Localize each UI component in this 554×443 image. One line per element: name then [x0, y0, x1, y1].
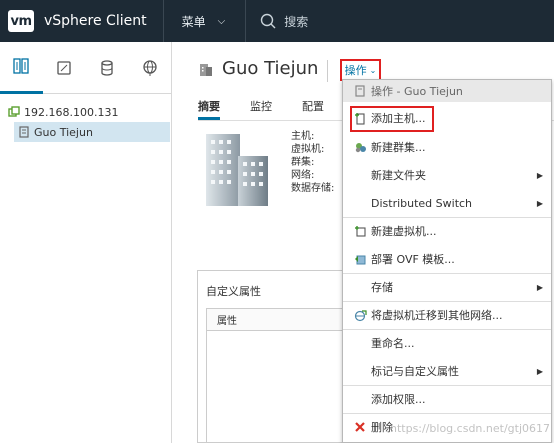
menu-item-tags-custom-attributes[interactable]: 标记与自定义属性 ▶	[343, 360, 551, 382]
menu-item-label: Distributed Switch	[371, 196, 473, 210]
panel-title: 自定义属性	[206, 285, 261, 298]
navigator-panel: 192.168.100.131 Guo Tiejun	[0, 42, 172, 443]
attributes-grid: 属性	[206, 308, 358, 443]
menu-item-label: 存储	[371, 281, 393, 294]
inventory-tree: 192.168.100.131 Guo Tiejun	[0, 94, 171, 142]
datacenter-illustration	[202, 128, 272, 211]
header-divider	[245, 0, 247, 42]
submenu-arrow-icon: ▶	[536, 170, 543, 180]
host-icon	[200, 63, 212, 76]
menu-item-label: 添加权限...	[371, 393, 426, 406]
host-icon	[353, 84, 367, 98]
menu-divider	[343, 301, 551, 302]
custom-attributes-panel: 自定义属性 属性	[197, 270, 358, 443]
property-label: 网络:	[291, 170, 315, 181]
object-header: Guo Tiejun	[198, 58, 318, 79]
annotation-highlight-box	[350, 106, 434, 132]
new-vm-icon	[353, 224, 367, 238]
menu-item-label: 新建虚拟机...	[371, 225, 437, 238]
menu-header-label: 操作 - Guo Tiejun	[371, 85, 463, 98]
tab-configure[interactable]: 配置	[302, 98, 324, 120]
menu-divider	[343, 385, 551, 386]
property-label: 数据存储:	[291, 183, 335, 194]
menu-item-rename[interactable]: 重命名...	[343, 332, 551, 354]
menu-header: 操作 - Guo Tiejun	[343, 80, 551, 102]
search-icon	[261, 13, 276, 29]
watermark-text: https://blog.csdn.net/gtj0617	[389, 422, 550, 435]
actions-menu: 操作 - Guo Tiejun 添加主机... 新建群集... 新建文件夹 ▶ …	[342, 79, 552, 443]
datacenter-icon	[8, 106, 20, 118]
menu-item-label: 部署 OVF 模板...	[371, 253, 455, 266]
menu-divider	[343, 273, 551, 274]
object-title: Guo Tiejun	[222, 58, 319, 79]
global-search[interactable]: 搜索	[260, 13, 308, 30]
tab-vms-templates[interactable]	[43, 42, 86, 94]
main-menu-label: 菜单	[181, 14, 206, 29]
chevron-down-icon: ⌄	[369, 65, 377, 75]
vms-templates-icon	[57, 60, 71, 75]
migrate-network-icon	[353, 308, 367, 322]
summary-properties: 主机: 虚拟机: 群集: 网络: 数据存储:	[291, 130, 334, 195]
storage-icon	[101, 59, 113, 76]
menu-divider	[343, 217, 551, 218]
actions-dropdown-button[interactable]: 操作 ⌄	[340, 59, 381, 81]
new-cluster-icon	[353, 140, 367, 154]
menu-item-label: 新建群集...	[371, 141, 426, 154]
menu-item-migrate-vms-network[interactable]: 将虚拟机迁移到其他网络...	[343, 304, 551, 326]
tab-networking[interactable]	[128, 42, 171, 94]
object-tabs: 摘要 监控 配置	[198, 98, 354, 120]
tab-monitor[interactable]: 监控	[250, 98, 272, 120]
networking-icon	[142, 59, 157, 76]
top-header-bar: vm vSphere Client 菜单 ⌵ 搜索	[0, 0, 554, 42]
deploy-ovf-icon	[353, 252, 367, 266]
menu-item-new-cluster[interactable]: 新建群集...	[343, 136, 551, 158]
menu-item-new-vm[interactable]: 新建虚拟机...	[343, 220, 551, 242]
menu-item-label: 标记与自定义属性	[371, 365, 459, 378]
header-divider	[162, 0, 164, 42]
menu-divider	[343, 329, 551, 330]
chevron-down-icon: ⌵	[217, 15, 226, 27]
menu-item-deploy-ovf[interactable]: 部署 OVF 模板...	[343, 248, 551, 270]
menu-item-label: 重命名...	[371, 337, 415, 350]
property-label: 群集:	[291, 157, 315, 168]
tab-storage[interactable]	[86, 42, 129, 94]
tree-item-label: Guo Tiejun	[34, 125, 93, 139]
tree-item-host-selected[interactable]: Guo Tiejun	[14, 122, 170, 142]
host-icon	[18, 126, 30, 138]
menu-divider	[343, 413, 551, 414]
delete-icon	[353, 420, 367, 434]
tree-item-datacenter[interactable]: 192.168.100.131	[0, 102, 171, 122]
property-label: 虚拟机:	[291, 144, 325, 155]
navigator-tabs	[0, 42, 171, 94]
title-divider	[327, 60, 328, 82]
tree-item-label: 192.168.100.131	[24, 105, 119, 119]
menu-item-new-folder[interactable]: 新建文件夹 ▶	[343, 164, 551, 186]
app-title[interactable]: vSphere Client	[44, 13, 147, 29]
menu-item-add-permission[interactable]: 添加权限...	[343, 388, 551, 410]
search-placeholder: 搜索	[284, 14, 309, 29]
menu-item-label: 将虚拟机迁移到其他网络...	[371, 309, 503, 322]
submenu-arrow-icon: ▶	[536, 282, 543, 292]
grid-column-header[interactable]: 属性	[207, 309, 358, 331]
hosts-clusters-icon	[13, 58, 30, 74]
menu-item-label: 新建文件夹	[371, 169, 426, 182]
menu-item-storage[interactable]: 存储 ▶	[343, 276, 551, 298]
actions-label: 操作	[344, 64, 367, 77]
tab-hosts-clusters[interactable]	[0, 42, 43, 94]
submenu-arrow-icon: ▶	[536, 198, 543, 208]
vm-logo[interactable]: vm	[8, 10, 34, 32]
main-menu-button[interactable]: 菜单 ⌵	[182, 13, 226, 30]
submenu-arrow-icon: ▶	[536, 366, 543, 376]
menu-item-distributed-switch[interactable]: Distributed Switch ▶	[343, 192, 551, 214]
property-label: 主机:	[291, 131, 315, 142]
tab-summary[interactable]: 摘要	[198, 98, 220, 120]
